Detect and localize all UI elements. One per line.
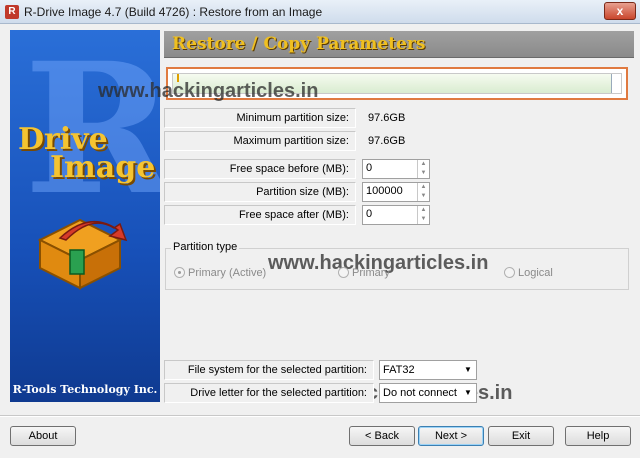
partition-type-legend: Partition type: [171, 241, 240, 253]
radio-selected-icon: [174, 267, 185, 278]
partition-type-group: Partition type Primary (Active) Primary …: [165, 241, 629, 290]
radio-icon: [338, 267, 349, 278]
next-button[interactable]: Next >: [418, 426, 484, 446]
watermark-text: www.hackingarticles.in: [98, 80, 319, 102]
help-button[interactable]: Help: [565, 426, 631, 446]
company-name: R-Tools Technology Inc.: [12, 383, 158, 396]
stepper-arrows[interactable]: ▲ ▼: [417, 183, 429, 201]
free-after-stepper[interactable]: 0 ▲ ▼: [362, 205, 430, 225]
radio-label: Primary (Active): [188, 267, 267, 279]
max-size-value: 97.6GB: [368, 135, 406, 147]
section-header: Restore / Copy Parameters: [164, 31, 634, 58]
drive-letter-label: Drive letter for the selected partition:: [164, 383, 374, 403]
drive-letter-select[interactable]: Do not connect ▼: [379, 383, 477, 403]
filesystem-value: FAT32: [383, 364, 415, 376]
filesystem-select[interactable]: FAT32 ▼: [379, 360, 477, 380]
stepper-arrows[interactable]: ▲ ▼: [417, 160, 429, 178]
spin-down-icon[interactable]: ▼: [418, 215, 429, 224]
max-size-label: Maximum partition size:: [164, 131, 356, 151]
section-title: Restore / Copy Parameters: [172, 34, 426, 54]
folder-icon: [37, 218, 128, 290]
free-before-value: 0: [366, 162, 373, 174]
radio-label: Primary: [352, 267, 390, 279]
close-icon[interactable]: x: [604, 2, 636, 20]
min-size-value: 97.6GB: [368, 112, 406, 124]
exit-button[interactable]: Exit: [488, 426, 554, 446]
stepper-arrows[interactable]: ▲ ▼: [417, 206, 429, 224]
drive-letter-value: Do not connect: [383, 387, 457, 399]
free-after-label: Free space after (MB):: [164, 205, 356, 225]
radio-label: Logical: [518, 267, 553, 279]
app-icon: R: [5, 5, 19, 19]
banner-image-text: Image: [50, 150, 156, 185]
window-title: R-Drive Image 4.7 (Build 4726) : Restore…: [24, 5, 323, 19]
spin-up-icon[interactable]: ▲: [418, 206, 429, 215]
radio-icon: [504, 267, 515, 278]
about-button[interactable]: About: [10, 426, 76, 446]
footer-divider: [0, 415, 640, 417]
spin-up-icon[interactable]: ▲: [418, 160, 429, 169]
spin-down-icon[interactable]: ▼: [418, 169, 429, 178]
partition-size-stepper[interactable]: 100000 ▲ ▼: [362, 182, 430, 202]
min-size-label: Minimum partition size:: [164, 108, 356, 128]
spin-up-icon[interactable]: ▲: [418, 183, 429, 192]
radio-primary-active[interactable]: Primary (Active): [174, 267, 266, 279]
free-after-value: 0: [366, 208, 373, 220]
free-before-label: Free space before (MB):: [164, 159, 356, 179]
free-before-stepper[interactable]: 0 ▲ ▼: [362, 159, 430, 179]
partition-size-value: 100000: [366, 185, 403, 197]
back-button[interactable]: < Back: [349, 426, 415, 446]
chevron-down-icon[interactable]: ▼: [460, 361, 476, 379]
filesystem-label: File system for the selected partition:: [164, 360, 374, 380]
title-bar: R R-Drive Image 4.7 (Build 4726) : Resto…: [0, 0, 640, 24]
partition-size-label: Partition size (MB):: [164, 182, 356, 202]
radio-logical[interactable]: Logical: [504, 267, 553, 279]
spin-down-icon[interactable]: ▼: [418, 192, 429, 201]
radio-primary[interactable]: Primary: [338, 267, 390, 279]
chevron-down-icon[interactable]: ▼: [460, 384, 476, 402]
